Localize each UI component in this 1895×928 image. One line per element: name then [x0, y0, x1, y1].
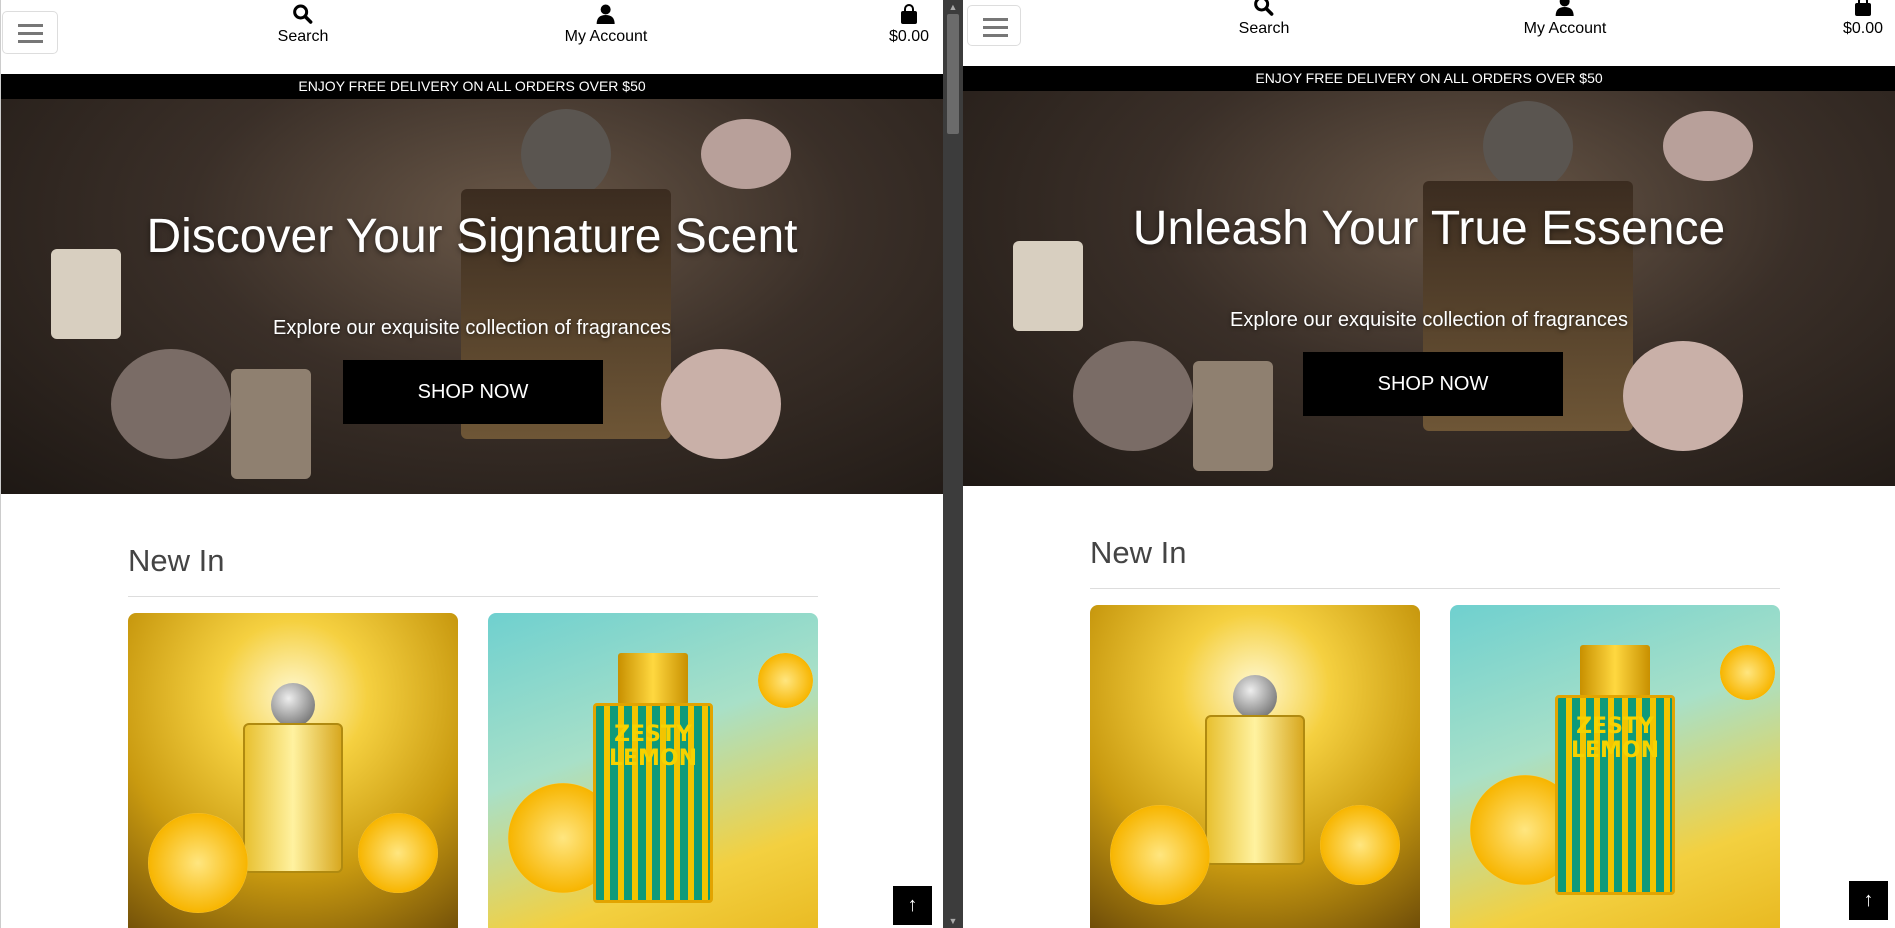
- search-link[interactable]: Search: [277, 4, 329, 46]
- label-line: ZESTY: [1576, 714, 1654, 739]
- hero-title: Unleash Your True Essence: [1132, 202, 1726, 255]
- shopping-bag-icon: [901, 4, 917, 24]
- product-card[interactable]: ZESTY LEMON: [488, 613, 818, 928]
- shop-now-button[interactable]: SHOP NOW: [1303, 352, 1563, 416]
- section-title-new-in: New In: [128, 543, 225, 578]
- lemon: [148, 813, 248, 913]
- lemon: [1320, 805, 1400, 885]
- hero-subtitle: Explore our exquisite collection of frag…: [273, 317, 671, 339]
- search-label: Search: [277, 28, 329, 45]
- bottle-label: ZESTY LEMON: [600, 723, 706, 771]
- search-label: Search: [1238, 20, 1290, 37]
- product-card[interactable]: ZESTY LEMON: [1450, 605, 1780, 928]
- cart-link[interactable]: $0.00: [1843, 0, 1883, 38]
- label-line: LEMON: [608, 746, 698, 771]
- lemon: [358, 813, 438, 893]
- menu-toggle-button[interactable]: [967, 5, 1021, 46]
- hero-title: Discover Your Signature Scent: [146, 210, 798, 263]
- search-icon: [293, 4, 313, 24]
- shop-now-button[interactable]: SHOP NOW: [343, 360, 603, 424]
- delivery-banner: ENJOY FREE DELIVERY ON ALL ORDERS OVER $…: [1, 74, 943, 99]
- cart-total: $0.00: [1842, 20, 1883, 37]
- my-account-link[interactable]: My Account: [564, 4, 648, 46]
- user-icon: [1555, 0, 1574, 16]
- search-icon: [1254, 0, 1274, 16]
- bottle: [243, 723, 343, 873]
- label-line: ZESTY: [614, 722, 692, 747]
- bottle-cap: [618, 653, 688, 705]
- section-title-new-in: New In: [1090, 535, 1187, 570]
- scroll-to-top-button[interactable]: ↑: [1849, 881, 1888, 920]
- my-account-link[interactable]: My Account: [1523, 0, 1607, 38]
- cart-link[interactable]: $0.00: [889, 4, 929, 46]
- bottle-label: ZESTY LEMON: [1562, 715, 1668, 763]
- user-icon: [596, 4, 615, 24]
- menu-toggle-button[interactable]: [2, 11, 58, 54]
- search-link[interactable]: Search: [1238, 0, 1290, 38]
- section-divider: [128, 596, 818, 597]
- label-line: LEMON: [1570, 738, 1660, 763]
- browser-pane-right: Search My Account $0.00 ENJOY FREE DELIV…: [963, 0, 1895, 928]
- account-label: My Account: [564, 28, 648, 45]
- hero-section: Discover Your Signature Scent Explore ou…: [1, 99, 943, 494]
- delivery-banner: ENJOY FREE DELIVERY ON ALL ORDERS OVER $…: [963, 66, 1895, 91]
- shopping-bag-icon: [1855, 0, 1871, 16]
- hero-subtitle: Explore our exquisite collection of frag…: [1230, 309, 1628, 331]
- bottle-cap: [271, 683, 315, 727]
- lemon: [1110, 805, 1210, 905]
- lemon: [758, 653, 813, 708]
- arrow-up-icon: ↑: [907, 894, 918, 916]
- cart-total: $0.00: [888, 28, 929, 45]
- browser-pane-left: Search My Account $0.00 ENJOY FREE DELIV…: [0, 0, 943, 928]
- scroll-to-top-button[interactable]: ↑: [893, 886, 932, 925]
- lemon: [1720, 645, 1775, 700]
- product-card[interactable]: [128, 613, 458, 928]
- bottle-cap: [1233, 675, 1277, 719]
- hero-section: Unleash Your True Essence Explore our ex…: [963, 91, 1895, 486]
- product-card[interactable]: [1090, 605, 1420, 928]
- scrollbar[interactable]: ▲ ▼: [943, 0, 963, 928]
- section-divider: [1090, 588, 1780, 589]
- arrow-up-icon: ↑: [1863, 889, 1874, 911]
- bottle-cap: [1580, 645, 1650, 697]
- account-label: My Account: [1523, 20, 1607, 37]
- bottle: [1205, 715, 1305, 865]
